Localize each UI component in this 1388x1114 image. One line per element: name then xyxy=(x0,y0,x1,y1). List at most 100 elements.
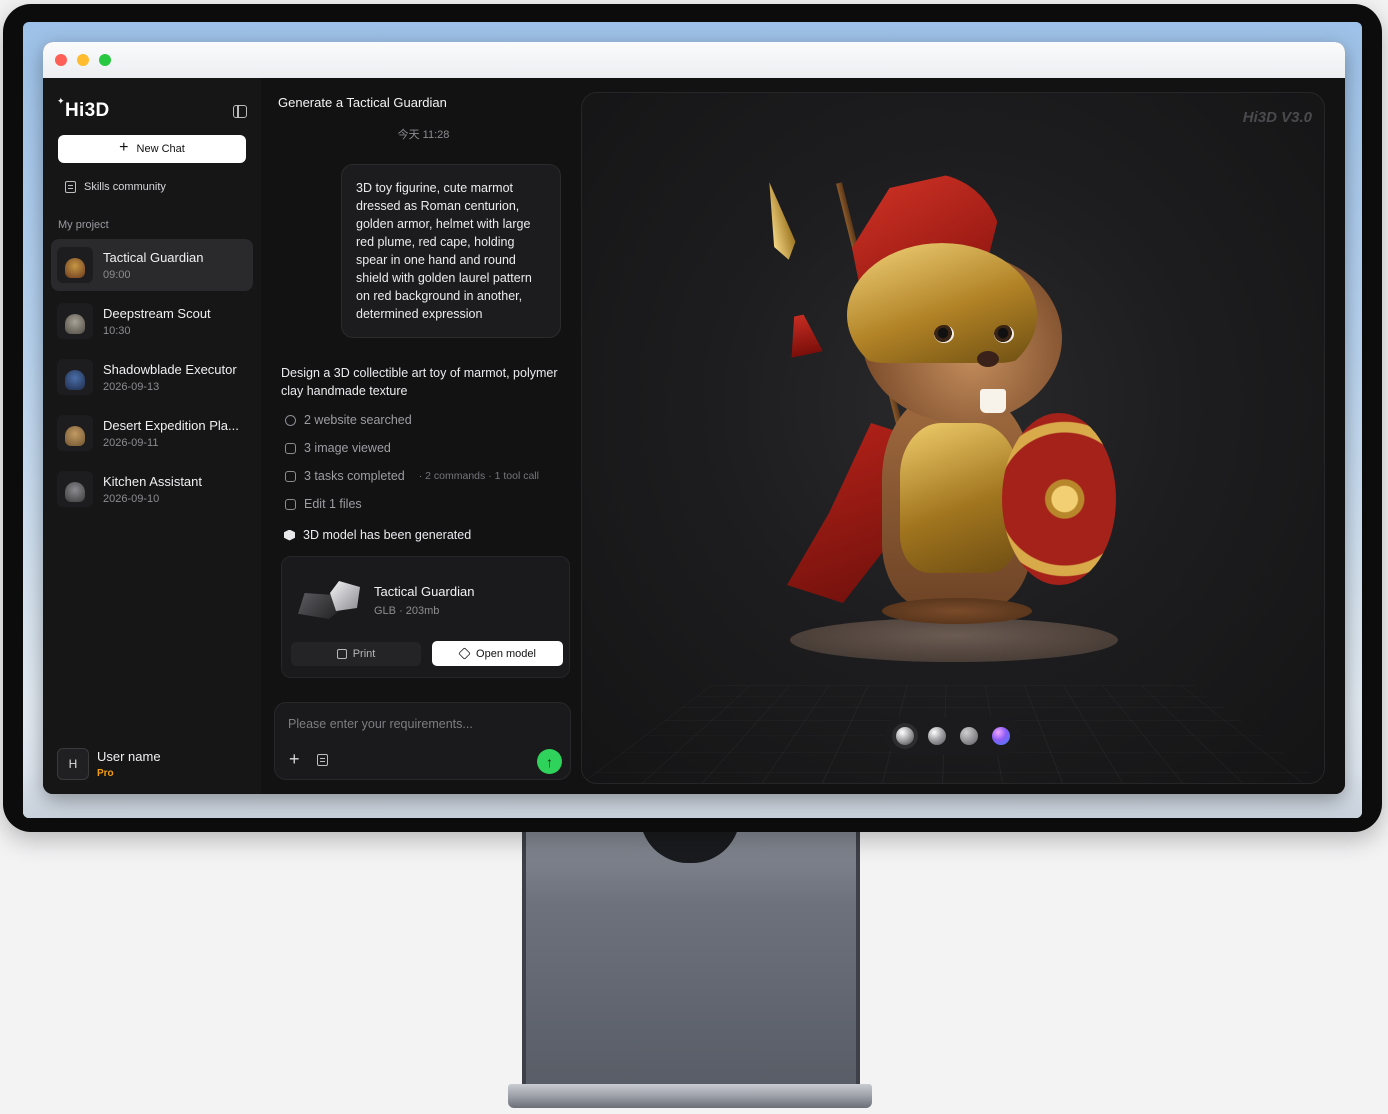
project-time: 10:30 xyxy=(103,324,131,337)
print-label: Print xyxy=(352,648,376,660)
model-eye xyxy=(934,325,954,343)
brand-name: Hi3D xyxy=(65,100,110,121)
project-list: Tactical Guardian 09:00 Deepstream Scout… xyxy=(51,239,253,515)
step-websites-searched[interactable]: 2 website searched xyxy=(285,412,569,428)
step-tasks-completed[interactable]: 3 tasks completed · 2 commands · 1 tool … xyxy=(285,468,569,484)
project-name: Desert Expedition Pla... xyxy=(103,417,239,433)
edit-icon xyxy=(285,498,296,510)
spear-tassel xyxy=(783,312,823,358)
model-result-card[interactable]: Tactical Guardian GLB · 203mb Print Open… xyxy=(281,556,570,678)
minimize-window-button[interactable] xyxy=(77,54,89,66)
spear-tip xyxy=(759,180,800,263)
step-label: 2 website searched xyxy=(304,413,412,427)
close-window-button[interactable] xyxy=(55,54,67,66)
project-item-shadowblade-executor[interactable]: Shadowblade Executor 2026-09-13 xyxy=(51,351,253,403)
cube-icon xyxy=(284,529,295,541)
generation-status-label: 3D model has been generated xyxy=(303,528,472,542)
skills-community-link[interactable]: Skills community xyxy=(65,181,253,193)
project-name: Shadowblade Executor xyxy=(103,361,237,377)
step-label: Edit 1 files xyxy=(304,497,362,511)
printer-icon xyxy=(336,649,347,659)
model-eye xyxy=(994,325,1014,343)
project-item-deepstream-scout[interactable]: Deepstream Scout 10:30 xyxy=(51,295,253,347)
sidebar: ✦ Hi3D + New Chat Skills community My pr… xyxy=(43,78,261,794)
model-file-info: GLB · 203mb xyxy=(374,605,440,617)
model-thumbnail xyxy=(296,579,362,625)
model-nose xyxy=(977,351,999,367)
model-viewer-panel: Hi3D V3.0 xyxy=(579,78,1345,794)
window-titlebar xyxy=(43,42,1345,78)
monitor-base xyxy=(508,1084,872,1108)
material-chrome-button[interactable] xyxy=(928,727,946,745)
project-time: 2026-09-10 xyxy=(103,492,160,505)
chat-panel: Generate a Tactical Guardian 今天 11:28 3D… xyxy=(261,78,579,794)
prompt-input[interactable] xyxy=(288,714,548,734)
step-sublabel: · 2 commands · 1 tool call xyxy=(418,470,539,482)
sidebar-header: ✦ Hi3D xyxy=(51,78,253,126)
model-shield xyxy=(1002,413,1116,585)
model-name: Tactical Guardian xyxy=(374,584,475,599)
project-time: 2026-09-13 xyxy=(103,380,160,393)
new-chat-label: New Chat xyxy=(136,143,185,155)
generation-status: 3D model has been generated xyxy=(284,528,569,542)
project-item-tactical-guardian[interactable]: Tactical Guardian 09:00 xyxy=(51,239,253,291)
user-profile[interactable]: H User name Pro xyxy=(57,748,161,780)
step-images-viewed[interactable]: 3 image viewed xyxy=(285,440,569,456)
new-chat-button[interactable]: + New Chat xyxy=(58,135,246,163)
print-button[interactable]: Print xyxy=(291,642,421,666)
material-switcher xyxy=(884,717,1022,755)
image-icon xyxy=(285,442,296,454)
app-body: ✦ Hi3D + New Chat Skills community My pr… xyxy=(43,78,1345,794)
plan-badge: Pro xyxy=(97,768,114,779)
project-section-label: My project xyxy=(58,219,109,231)
user-name: User name xyxy=(97,749,161,764)
arrow-up-icon: ↑ xyxy=(546,753,553,770)
material-gradient-button[interactable] xyxy=(992,727,1010,745)
sparkle-icon: ✦ xyxy=(57,96,65,106)
globe-icon xyxy=(285,414,296,426)
document-icon xyxy=(65,181,76,193)
send-button[interactable]: ↑ xyxy=(537,749,562,774)
user-message: 3D toy figurine, cute marmot dressed as … xyxy=(341,164,561,338)
project-time: 2026-09-11 xyxy=(103,436,159,449)
message-composer: + ↑ xyxy=(274,702,571,780)
open-model-button[interactable]: Open model xyxy=(432,641,563,666)
avatar: H xyxy=(57,748,89,780)
material-matte-button[interactable] xyxy=(896,727,914,745)
brand-logo: ✦ Hi3D xyxy=(57,96,110,122)
project-thumbnail xyxy=(57,247,93,283)
open-model-label: Open model xyxy=(476,647,536,660)
project-thumbnail xyxy=(57,303,93,339)
chat-timestamp: 今天 11:28 xyxy=(397,129,450,141)
plus-icon: + xyxy=(119,139,129,156)
model-teeth xyxy=(980,389,1006,413)
project-time: 09:00 xyxy=(103,268,131,281)
project-name: Kitchen Assistant xyxy=(103,473,202,489)
maximize-window-button[interactable] xyxy=(99,54,111,66)
project-name: Tactical Guardian xyxy=(103,249,204,265)
skills-community-label: Skills community xyxy=(84,181,166,193)
project-thumbnail xyxy=(57,359,93,395)
project-name: Deepstream Scout xyxy=(103,305,211,321)
step-label: 3 tasks completed xyxy=(304,469,405,483)
skills-icon[interactable] xyxy=(317,754,328,766)
material-clay-button[interactable] xyxy=(960,727,978,745)
step-files-edited[interactable]: Edit 1 files xyxy=(285,496,569,512)
pedestal xyxy=(790,618,1118,688)
app-window: ✦ Hi3D + New Chat Skills community My pr… xyxy=(43,42,1345,794)
model-feet xyxy=(882,598,1032,624)
model-render[interactable] xyxy=(582,93,1324,713)
terminal-icon xyxy=(285,470,296,482)
project-thumbnail xyxy=(57,471,93,507)
assistant-message: Design a 3D collectible art toy of marmo… xyxy=(281,366,558,398)
project-item-desert-expedition[interactable]: Desert Expedition Pla... 2026-09-11 xyxy=(51,407,253,459)
step-label: 3 image viewed xyxy=(304,441,391,455)
project-item-kitchen-assistant[interactable]: Kitchen Assistant 2026-09-10 xyxy=(51,463,253,515)
attach-plus-icon[interactable]: + xyxy=(289,750,300,768)
model-armor xyxy=(900,423,1018,573)
toggle-sidebar-icon[interactable] xyxy=(233,104,247,118)
project-thumbnail xyxy=(57,415,93,451)
model-viewer[interactable]: Hi3D V3.0 xyxy=(581,92,1325,784)
chat-title: Generate a Tactical Guardian xyxy=(278,95,447,110)
box-icon xyxy=(458,647,471,660)
